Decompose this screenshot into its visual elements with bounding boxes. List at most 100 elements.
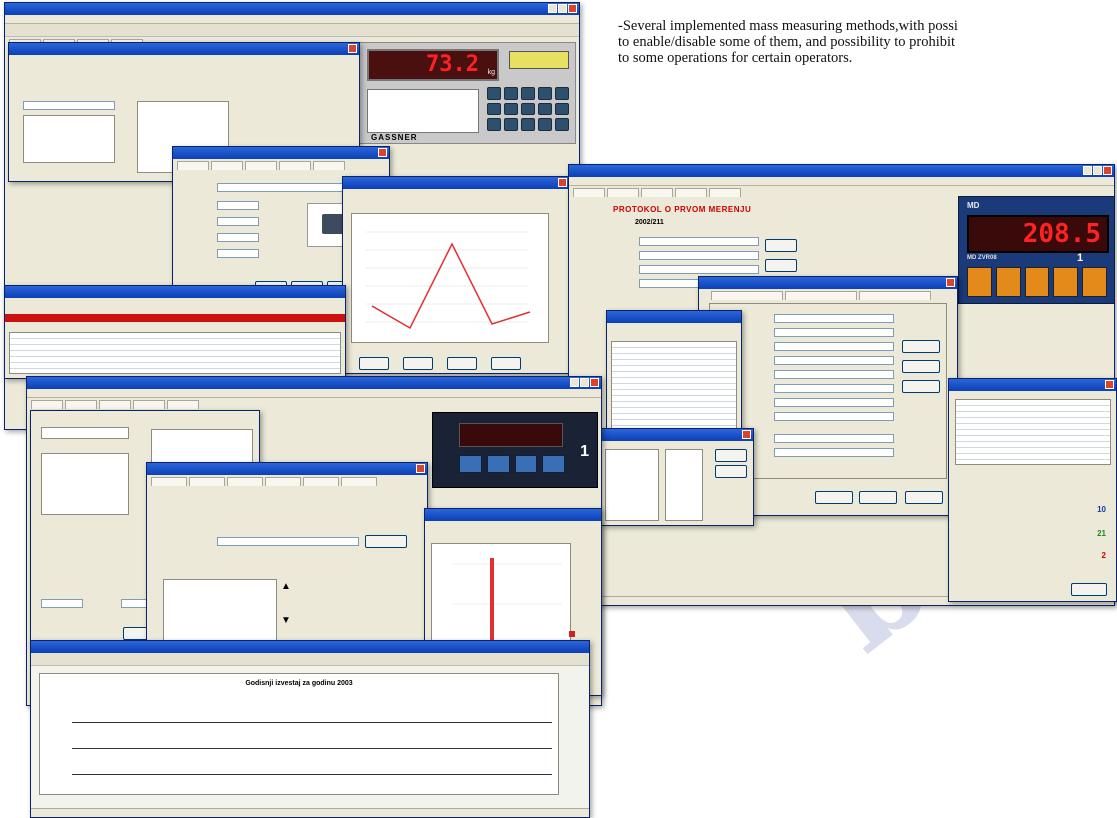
keypad-key[interactable] <box>459 455 482 473</box>
md-key[interactable] <box>1024 267 1050 297</box>
key[interactable] <box>504 87 518 100</box>
protokol-button[interactable] <box>765 259 797 272</box>
title-bar[interactable] <box>147 463 427 475</box>
list-box[interactable] <box>41 427 129 439</box>
tab[interactable] <box>303 477 339 486</box>
key[interactable] <box>504 118 518 131</box>
tab[interactable] <box>227 477 263 486</box>
help-button[interactable] <box>905 491 943 504</box>
tab-strip[interactable] <box>147 475 427 486</box>
chart-button[interactable] <box>359 357 389 370</box>
title-bar[interactable] <box>425 509 601 521</box>
protokol-field[interactable] <box>639 237 759 246</box>
browse-button[interactable] <box>365 535 407 548</box>
tab-strip[interactable] <box>699 289 957 300</box>
keypad-key[interactable] <box>514 455 538 473</box>
title-bar[interactable] <box>949 379 1116 391</box>
input-field[interactable] <box>23 101 115 110</box>
tab[interactable] <box>133 400 165 409</box>
title-bar[interactable] <box>343 177 569 189</box>
keypad-key[interactable] <box>542 455 565 473</box>
chart-button[interactable] <box>491 357 521 370</box>
key[interactable] <box>487 118 501 131</box>
side-button[interactable] <box>902 380 940 393</box>
tab-strip[interactable] <box>173 159 389 170</box>
tab[interactable] <box>785 291 857 300</box>
tab[interactable] <box>99 400 131 409</box>
tab[interactable] <box>151 477 187 486</box>
field-input[interactable] <box>774 434 894 443</box>
title-bar[interactable] <box>699 277 957 289</box>
keypad-keys[interactable] <box>459 455 565 473</box>
field-input[interactable] <box>774 342 894 351</box>
field-input[interactable] <box>774 448 894 457</box>
list-box[interactable] <box>23 115 115 163</box>
md-key[interactable] <box>995 267 1021 297</box>
md-key[interactable] <box>1082 267 1107 297</box>
key[interactable] <box>538 87 552 100</box>
title-bar[interactable] <box>5 286 345 298</box>
field-input[interactable] <box>774 356 894 365</box>
key[interactable] <box>487 87 501 100</box>
tab[interactable] <box>859 291 931 300</box>
title-bar[interactable] <box>601 429 753 441</box>
tab-strip[interactable] <box>27 398 601 409</box>
tab[interactable] <box>167 400 199 409</box>
field-input[interactable] <box>774 384 894 393</box>
list-box[interactable] <box>41 453 129 515</box>
title-bar[interactable] <box>9 43 359 55</box>
chart-button[interactable] <box>447 357 477 370</box>
close-button[interactable] <box>1071 583 1107 596</box>
summary-window[interactable]: 10 21 2 <box>948 378 1117 602</box>
tab[interactable] <box>65 400 97 409</box>
field-input[interactable] <box>774 398 894 407</box>
order-list[interactable] <box>163 579 277 645</box>
selection-dialog[interactable] <box>600 428 754 526</box>
md-keys[interactable] <box>967 267 1107 297</box>
side-button[interactable] <box>902 360 940 373</box>
key[interactable] <box>521 102 535 116</box>
key[interactable] <box>538 118 552 131</box>
tab[interactable] <box>607 188 639 197</box>
title-bar[interactable] <box>31 641 589 653</box>
input-field[interactable] <box>217 217 259 226</box>
tab[interactable] <box>189 477 225 486</box>
input-field[interactable] <box>217 249 259 258</box>
tab[interactable] <box>313 161 345 170</box>
list-box[interactable] <box>665 449 703 521</box>
menu-bar[interactable] <box>569 177 1114 186</box>
tab[interactable] <box>177 161 209 170</box>
input-field[interactable] <box>41 599 83 608</box>
md-key[interactable] <box>967 267 992 297</box>
data-grid-window[interactable] <box>4 285 346 379</box>
field-input[interactable] <box>774 314 894 323</box>
cancel-button[interactable] <box>715 465 747 478</box>
data-grid[interactable] <box>9 332 341 374</box>
tab[interactable] <box>265 477 301 486</box>
tab[interactable] <box>245 161 277 170</box>
gassner-keypad[interactable] <box>487 87 569 131</box>
tab[interactable] <box>211 161 243 170</box>
tab[interactable] <box>675 188 707 197</box>
tab[interactable] <box>573 188 605 197</box>
ok-button[interactable] <box>715 449 747 462</box>
tab[interactable] <box>279 161 311 170</box>
protokol-field[interactable] <box>639 251 759 260</box>
key[interactable] <box>538 102 552 116</box>
key[interactable] <box>521 87 535 100</box>
title-bar[interactable] <box>5 3 579 15</box>
chart-button[interactable] <box>403 357 433 370</box>
tab[interactable] <box>341 477 377 486</box>
title-bar[interactable] <box>27 377 601 389</box>
key[interactable] <box>504 102 518 116</box>
field-input[interactable] <box>774 412 894 421</box>
field-input[interactable] <box>774 370 894 379</box>
input-field[interactable] <box>217 233 259 242</box>
title-bar[interactable] <box>569 165 1114 177</box>
key[interactable] <box>555 87 569 100</box>
ok-button[interactable] <box>815 491 853 504</box>
title-bar[interactable] <box>173 147 389 159</box>
tab[interactable] <box>641 188 673 197</box>
protokol-button[interactable] <box>765 239 797 252</box>
keypad-key[interactable] <box>486 455 510 473</box>
